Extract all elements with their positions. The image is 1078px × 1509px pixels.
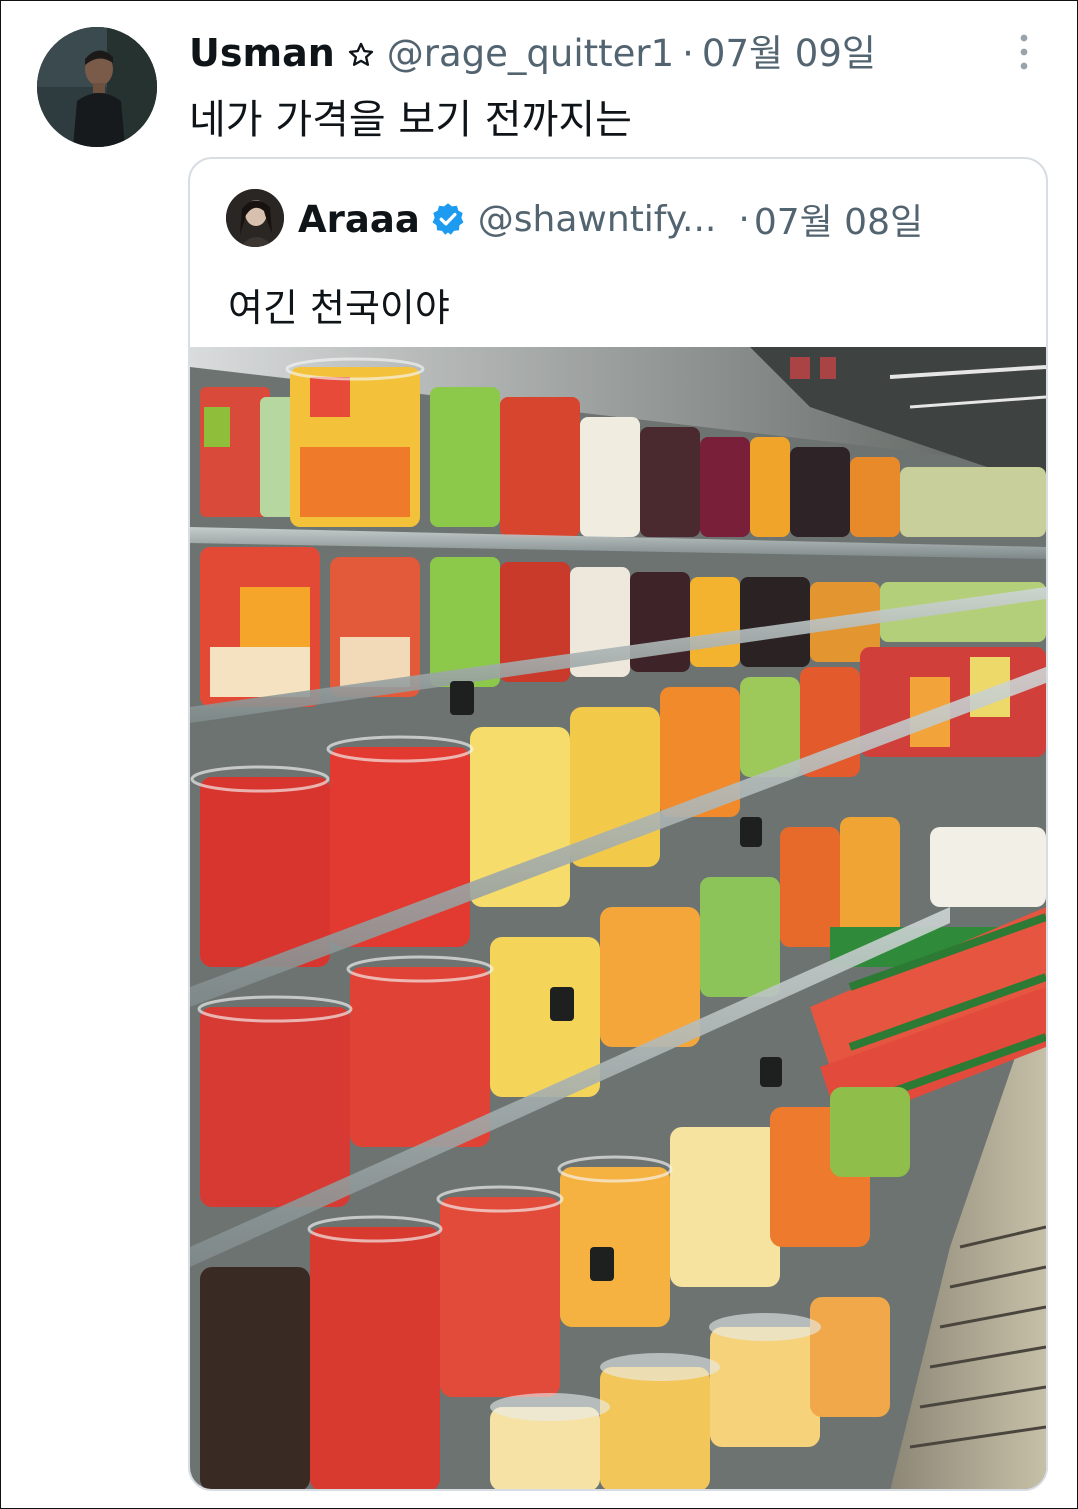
- quoted-tweet-header: Araaa @shawntify... · 07월 08일: [298, 193, 923, 245]
- tweet-date[interactable]: 07월 09일: [702, 23, 876, 77]
- quoted-author-handle[interactable]: @shawntify...: [478, 199, 717, 240]
- verified-badge-icon: [432, 203, 464, 235]
- author-avatar[interactable]: [37, 27, 157, 147]
- quoted-tweet-text: 여긴 천국이야: [228, 286, 450, 330]
- quoted-tweet-card[interactable]: Araaa @shawntify... · 07월 08일 여긴 천국이야: [188, 157, 1048, 1491]
- author-avatar-image: [37, 27, 157, 147]
- tweet-screenshot: Usman @rage_quitter1 · 07월 09일 네가 가격을 보기…: [0, 0, 1078, 1509]
- tweet-header: Usman @rage_quitter1 · 07월 09일: [189, 23, 957, 77]
- more-vertical-icon[interactable]: [1011, 31, 1037, 73]
- author-handle[interactable]: @rage_quitter1: [387, 32, 674, 75]
- quoted-header-separator: ·: [738, 198, 750, 240]
- quoted-tweet-date[interactable]: 07월 08일: [754, 193, 923, 245]
- tweet-text: 네가 가격을 보기 전까지는: [189, 97, 632, 143]
- header-separator: ·: [682, 32, 694, 75]
- quoted-author-name[interactable]: Araaa: [298, 198, 420, 241]
- star-outline-icon: [347, 41, 375, 69]
- fruit-cups-display-image[interactable]: [190, 347, 1046, 1489]
- author-name[interactable]: Usman: [189, 31, 335, 75]
- quoted-author-avatar-image: [226, 189, 284, 247]
- quoted-author-avatar[interactable]: [226, 189, 284, 247]
